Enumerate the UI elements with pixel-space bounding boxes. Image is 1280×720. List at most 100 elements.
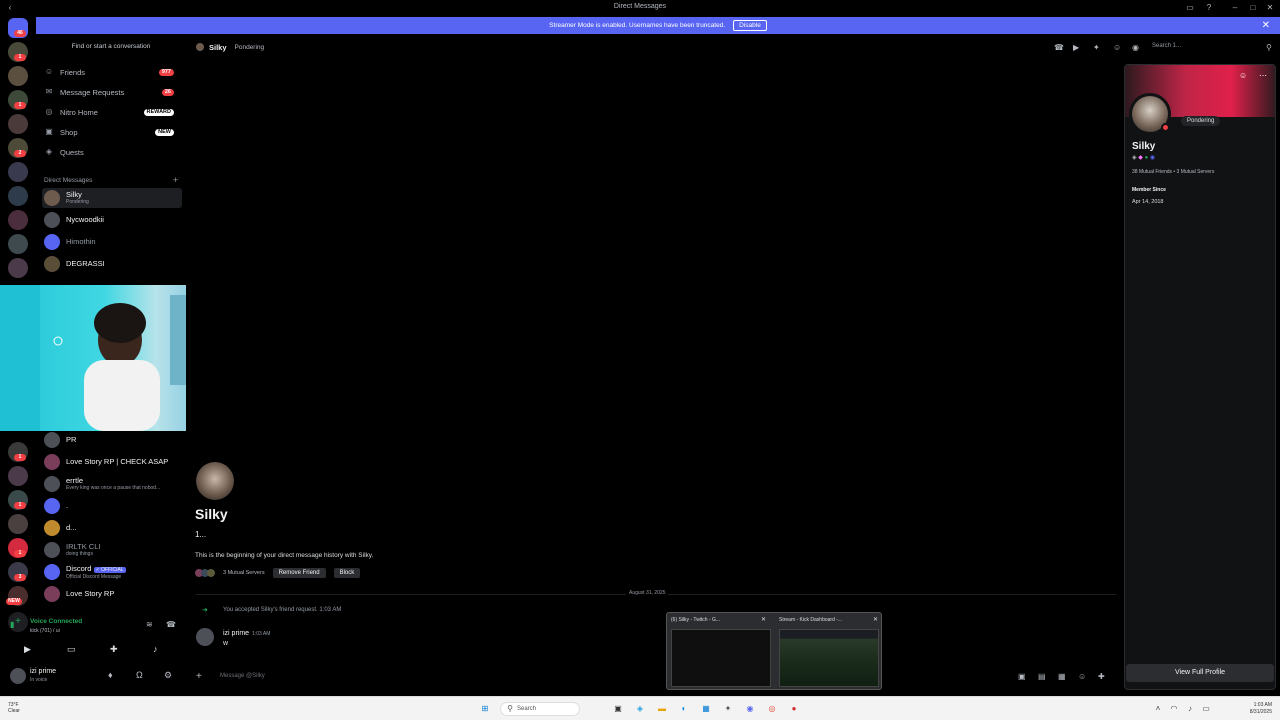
weather-condition: Clear bbox=[8, 708, 20, 714]
dm-item-silky[interactable]: Silky Pondering bbox=[42, 188, 182, 208]
nav-friends[interactable]: ☺ Friends 977 bbox=[44, 64, 178, 80]
view-full-profile-button[interactable]: View Full Profile bbox=[1126, 664, 1274, 682]
server-icon[interactable] bbox=[8, 66, 28, 86]
chrome-icon[interactable]: ◎ bbox=[766, 703, 778, 715]
find-conversation-button[interactable]: Find or start a conversation bbox=[44, 40, 178, 54]
nav-nitro-home[interactable]: ◎ Nitro Home REWARD bbox=[44, 104, 178, 120]
video-call-icon[interactable]: ▶ bbox=[1073, 43, 1079, 52]
maximize-button[interactable]: □ bbox=[1247, 2, 1259, 14]
file-explorer-icon[interactable]: ▬ bbox=[656, 703, 668, 715]
server-icon[interactable] bbox=[8, 234, 28, 254]
clock[interactable]: 1:03 AM 8/31/2025 bbox=[1250, 702, 1272, 716]
server-icon[interactable] bbox=[8, 162, 28, 182]
voice-call-icon[interactable]: ☎ bbox=[1054, 43, 1064, 52]
add-friends-to-dm-icon[interactable]: ☺ bbox=[1113, 43, 1121, 52]
server-badge: 1 bbox=[14, 102, 26, 109]
dm-item[interactable]: errtle Every king was once a pause that n… bbox=[42, 474, 182, 494]
nav-quests[interactable]: ◈ Quests bbox=[44, 144, 178, 160]
discord-taskbar-icon[interactable]: ◉ bbox=[744, 703, 756, 715]
weather-widget[interactable]: 73°F Clear bbox=[8, 702, 20, 714]
close-icon[interactable]: ✕ bbox=[1262, 20, 1270, 31]
server-icon[interactable] bbox=[8, 514, 28, 534]
activities-icon[interactable]: ✚ bbox=[110, 644, 118, 655]
avatar bbox=[44, 190, 60, 206]
more-options-icon[interactable]: ⋯ bbox=[1259, 71, 1267, 80]
nav-message-requests[interactable]: ✉ Message Requests 26 bbox=[44, 84, 178, 100]
user-profile-icon[interactable]: ◉ bbox=[1132, 43, 1139, 52]
dm-item-discord[interactable]: Discord ✓ OFFICIAL Official Discord Messa… bbox=[42, 562, 182, 582]
app-icon[interactable]: ✦ bbox=[722, 703, 734, 715]
recipient-name[interactable]: Silky bbox=[209, 43, 227, 52]
envelope-icon: ✉ bbox=[45, 87, 53, 96]
back-icon[interactable]: ‹ bbox=[4, 2, 16, 14]
remove-friend-button[interactable]: Remove Friend bbox=[272, 568, 326, 578]
server-icon[interactable] bbox=[8, 258, 28, 278]
dm-item[interactable]: Nycwoodkii bbox=[42, 210, 182, 230]
attach-icon[interactable]: + bbox=[196, 671, 210, 682]
soundboard-icon[interactable]: ♪ bbox=[153, 644, 158, 654]
disable-streamer-mode-button[interactable]: Disable bbox=[733, 20, 767, 31]
create-dm-icon[interactable]: + bbox=[173, 175, 178, 185]
battery-icon[interactable]: ▭ bbox=[1200, 703, 1212, 715]
block-button[interactable]: Block bbox=[333, 568, 361, 578]
camera-icon[interactable]: ▶ bbox=[24, 644, 31, 655]
preview-thumbnail-right[interactable] bbox=[779, 629, 879, 687]
dm-item[interactable]: d... bbox=[42, 518, 182, 538]
dm-header: Direct Messages bbox=[44, 177, 93, 184]
help-icon[interactable]: ? bbox=[1203, 2, 1215, 14]
dm-item[interactable]: IRLTK CLI doing things bbox=[42, 540, 182, 560]
tray-chevron-icon[interactable]: ˄ bbox=[1152, 703, 1164, 715]
preview-title-left: (6) Silky - Twitch - G... bbox=[671, 617, 721, 623]
avatar[interactable] bbox=[10, 668, 26, 684]
nav-shop[interactable]: ▣ Shop NEW bbox=[44, 124, 178, 140]
microphone-icon[interactable]: ♦ bbox=[108, 670, 113, 680]
inbox-icon[interactable]: ▭ bbox=[1184, 2, 1196, 14]
settings-icon[interactable]: ⚙ bbox=[164, 670, 172, 681]
pin-icon[interactable]: ✦ bbox=[1093, 43, 1100, 52]
message-composer[interactable]: + Message @Silky bbox=[196, 668, 1114, 684]
dm-item[interactable]: . bbox=[42, 496, 182, 516]
mutual-info[interactable]: 38 Mutual Friends • 3 Mutual Servers bbox=[1132, 169, 1214, 175]
avatar[interactable] bbox=[196, 628, 214, 646]
close-window-button[interactable]: ✕ bbox=[1264, 2, 1276, 14]
server-icon[interactable] bbox=[8, 186, 28, 206]
screen-share-icon[interactable]: ▭ bbox=[67, 644, 76, 655]
disconnect-icon[interactable]: ☎ bbox=[166, 620, 176, 629]
dm-item[interactable]: PR bbox=[42, 430, 182, 450]
preview-thumbnail-left[interactable] bbox=[671, 629, 771, 687]
message-author[interactable]: izi prime bbox=[223, 630, 249, 637]
mutual-servers[interactable]: 3 Mutual Servers bbox=[223, 570, 265, 576]
volume-icon[interactable]: ♪ bbox=[1184, 703, 1196, 715]
task-view-icon[interactable]: ▣ bbox=[612, 703, 624, 715]
emoji-icon[interactable]: ☺ bbox=[1078, 672, 1086, 681]
headphones-icon[interactable]: Ω bbox=[136, 670, 143, 680]
add-friend-icon[interactable]: ☺ bbox=[1239, 71, 1247, 80]
apps-icon[interactable]: ✚ bbox=[1098, 672, 1105, 681]
composer-placeholder: Message @Silky bbox=[220, 673, 265, 679]
gif-icon[interactable]: ▤ bbox=[1038, 672, 1046, 681]
store-icon[interactable]: ▦ bbox=[700, 703, 712, 715]
avatar bbox=[44, 520, 60, 536]
windows-start-icon[interactable]: ⊞ bbox=[479, 703, 491, 715]
server-icon[interactable] bbox=[8, 114, 28, 134]
dm-item[interactable]: Himothin bbox=[42, 232, 182, 252]
network-icon[interactable]: ◠ bbox=[1168, 703, 1180, 715]
dm-item[interactable]: Love Story RP bbox=[42, 584, 182, 604]
noise-suppression-icon[interactable]: ≋ bbox=[146, 620, 153, 629]
dm-item[interactable]: DEGRASSI bbox=[42, 254, 182, 274]
search-input[interactable]: Search 1... bbox=[1152, 43, 1262, 53]
obs-icon[interactable]: ● bbox=[788, 703, 800, 715]
server-icon[interactable] bbox=[8, 466, 28, 486]
minimize-button[interactable]: – bbox=[1229, 2, 1241, 14]
sticker-icon[interactable]: ▦ bbox=[1058, 672, 1066, 681]
edge-icon[interactable]: ◐ bbox=[678, 703, 690, 715]
member-since-date: Apr 14, 2018 bbox=[1132, 199, 1164, 205]
copilot-icon[interactable]: ◈ bbox=[634, 703, 646, 715]
server-icon[interactable] bbox=[8, 210, 28, 230]
gift-icon[interactable]: ▣ bbox=[1018, 672, 1026, 681]
search-icon[interactable]: ⚲ bbox=[1266, 43, 1272, 52]
voice-channel[interactable]: kick (701) / ui bbox=[30, 628, 60, 634]
close-icon[interactable]: ✕ bbox=[761, 616, 766, 623]
dm-item[interactable]: Love Story RP | CHECK ASAP bbox=[42, 452, 182, 472]
close-icon[interactable]: ✕ bbox=[873, 616, 878, 623]
